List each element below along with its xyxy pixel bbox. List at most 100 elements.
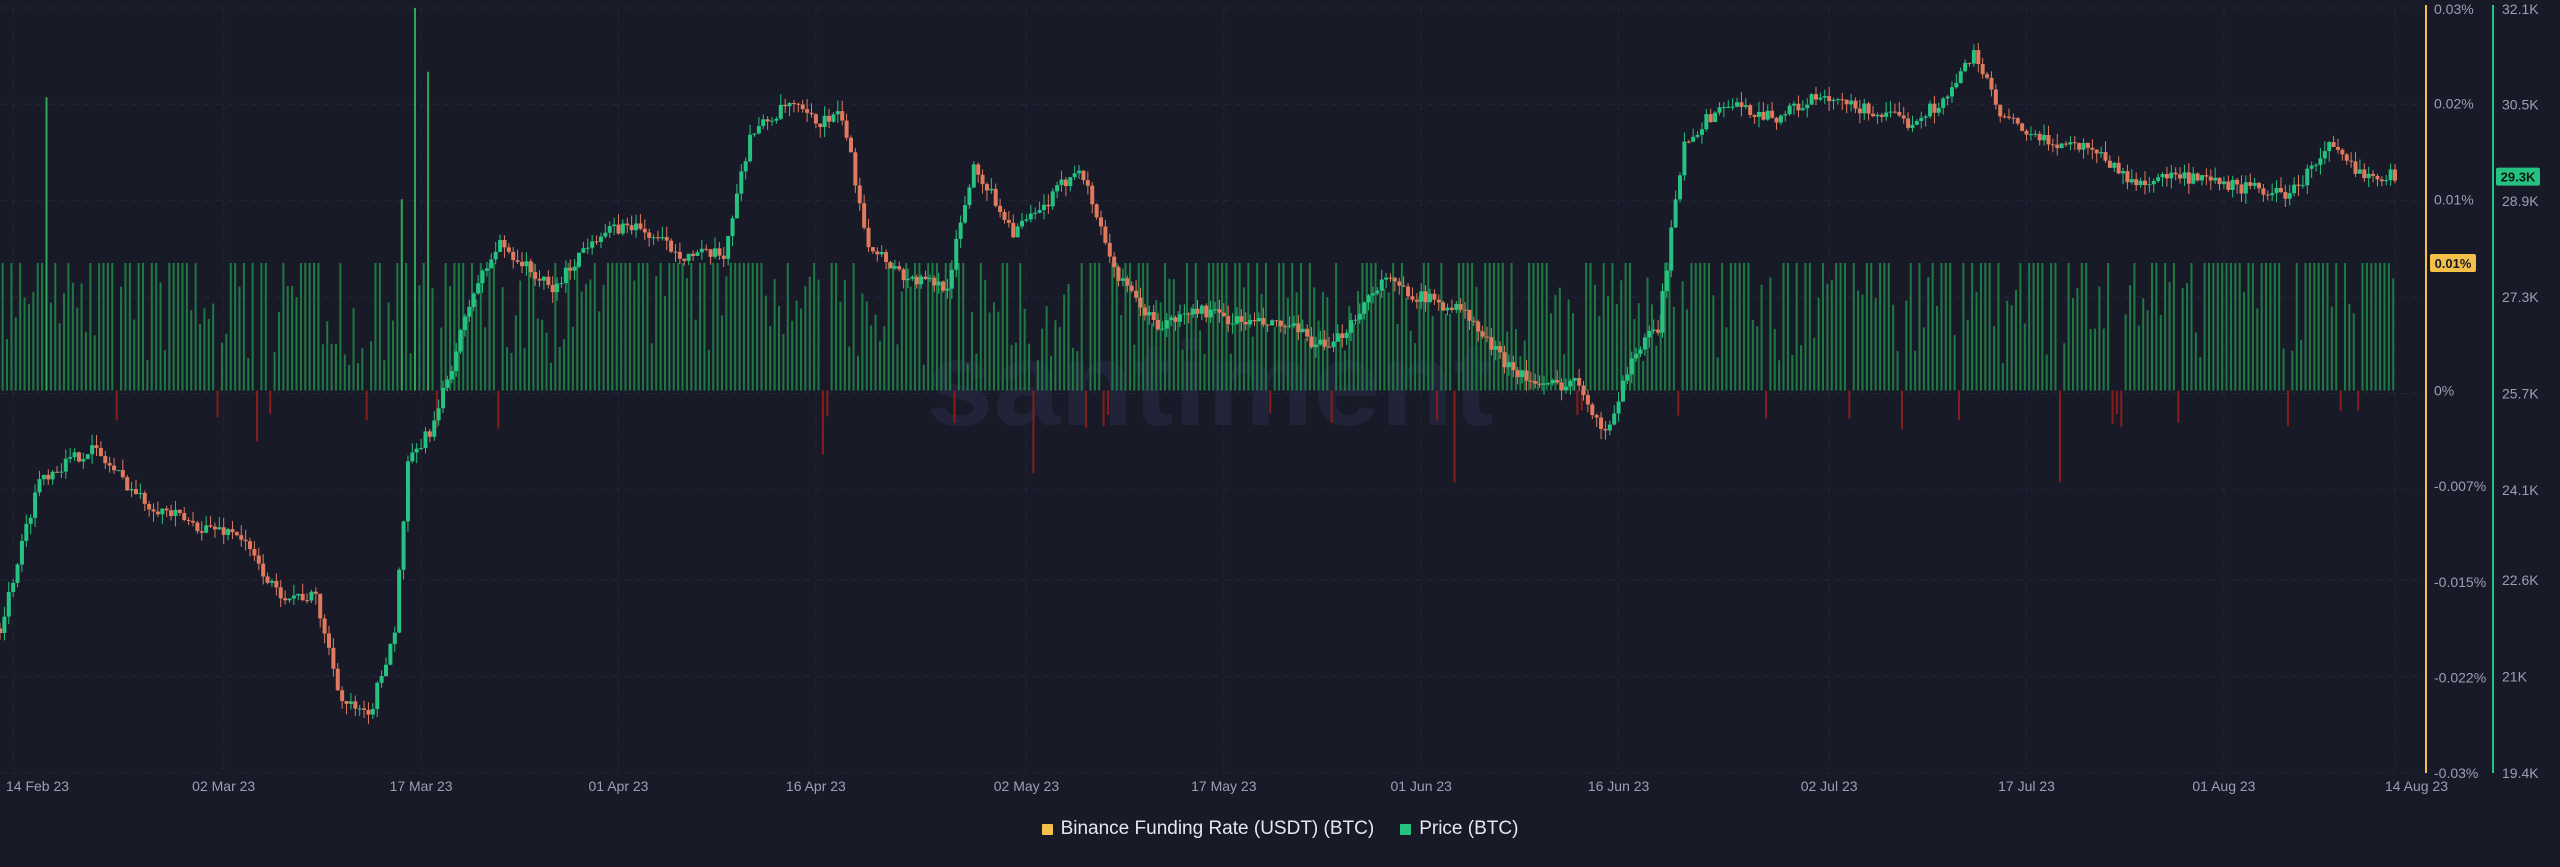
price-candle-body (1037, 210, 1042, 213)
price-candle-body (677, 251, 682, 259)
price-candle-body (1344, 332, 1349, 339)
price-candle-body (173, 509, 178, 516)
funding-rate-bar (2023, 323, 2026, 391)
price-candle-body (177, 509, 182, 514)
funding-rate-bar (1905, 300, 1908, 391)
funding-rate-bar (821, 390, 824, 455)
funding-rate-bar (71, 282, 74, 391)
funding-rate-bar (536, 318, 539, 391)
funding-rate-bar (852, 263, 855, 391)
funding-rate-bar (563, 339, 566, 391)
funding-rate-bar (1554, 294, 1557, 391)
price-candle-body (1072, 173, 1077, 178)
price-candle-body (1493, 346, 1498, 350)
price-candle-body (1884, 112, 1889, 117)
funding-rate-bar (580, 291, 583, 391)
price-candle-body (392, 632, 397, 645)
price-candle-body (2046, 134, 2051, 145)
price-candle-body (1568, 380, 1573, 387)
price-candle-body (1520, 370, 1525, 377)
funding-rate-bar (817, 279, 820, 391)
price-candle-body (1283, 326, 1288, 328)
price-candle-body (269, 580, 274, 583)
funding-rate-bar (1071, 348, 1074, 391)
price-candle-body (2178, 174, 2183, 179)
funding-rate-bar (593, 263, 596, 391)
price-candle-body (585, 247, 590, 249)
price-candle-body (1923, 116, 1928, 118)
price-axis-tick-label: 25.7K (2502, 386, 2539, 402)
funding-rate-bar (1620, 280, 1623, 391)
funding-rate-bar (1199, 330, 1202, 391)
funding-rate-bar (2278, 263, 2281, 391)
funding-rate-bar (764, 295, 767, 391)
funding-rate-bar (2335, 263, 2338, 391)
funding-rate-bar (291, 285, 294, 391)
x-axis-tick-label: 01 Apr 23 (589, 778, 649, 794)
funding-rate-bar (2374, 263, 2377, 391)
price-candle-body (888, 262, 893, 269)
funding-rate-bar (1936, 306, 1939, 391)
price-candle-body (1664, 270, 1669, 292)
funding-rate-bar (1348, 306, 1351, 391)
funding-rate-bar (2365, 263, 2368, 391)
funding-rate-bar (892, 263, 895, 391)
funding-rate-bar (659, 263, 662, 391)
price-candle-body (1572, 378, 1577, 381)
funding-rate-bar (313, 263, 316, 391)
price-candle-body (813, 114, 818, 124)
price-candle-body (1813, 94, 1818, 100)
price-candle-body (1888, 111, 1893, 113)
price-candle-body (1151, 312, 1156, 320)
price-candle-body (1770, 110, 1775, 118)
legend-item-price[interactable]: Price (BTC) (1400, 818, 1518, 840)
price-candle-body (620, 223, 625, 234)
price-candle-body (2384, 180, 2389, 182)
price-candle-body (1252, 319, 1257, 322)
funding-rate-bar (1874, 298, 1877, 391)
funding-rate-bar (45, 97, 48, 391)
funding-rate-bar (1922, 327, 1925, 391)
legend-swatch-price (1400, 823, 1412, 835)
funding-rate-bar (1383, 288, 1386, 391)
funding-rate-bar (1168, 278, 1171, 391)
price-candle-body (454, 351, 459, 371)
funding-rate-bar (848, 346, 851, 391)
price-candle-body (1454, 304, 1459, 310)
price-candle-body (752, 133, 757, 135)
funding-rate-bar (905, 263, 908, 391)
legend: Binance Funding Rate (USDT) (BTC) Price … (0, 818, 2560, 840)
price-candle-body (204, 525, 209, 533)
price-candle-body (476, 283, 481, 294)
funding-rate-bar (1773, 328, 1776, 391)
funding-rate-bar (321, 344, 324, 391)
price-candle-body (1963, 62, 1968, 72)
price-candle-body (2033, 133, 2038, 135)
price-candle-body (2015, 118, 2020, 124)
price-candle-body (1164, 320, 1169, 329)
funding-rate-bar (1177, 311, 1180, 391)
funding-rate-bar (199, 324, 202, 391)
price-candle-body (1085, 180, 1090, 186)
price-candle-body (1107, 242, 1112, 257)
price-candle-body (655, 237, 660, 239)
funding-rate-bar (413, 8, 416, 391)
price-candle-body (748, 134, 753, 162)
legend-item-funding-rate[interactable]: Binance Funding Rate (USDT) (BTC) (1041, 818, 1374, 840)
funding-rate-bar (663, 295, 666, 391)
funding-rate-bar (89, 263, 92, 391)
funding-rate-bar (63, 292, 66, 391)
price-candle-body (1305, 328, 1310, 337)
price-candle-body (1392, 277, 1397, 282)
funding-rate-bar (23, 297, 26, 391)
funding-rate-bar (2221, 263, 2224, 391)
price-candle-body (1713, 112, 1718, 123)
funding-rate-bar (962, 263, 965, 391)
price-candle-body (2, 616, 7, 634)
price-candle-body (1752, 115, 1757, 117)
funding-rate-bar (791, 320, 794, 391)
funding-axis-tick-label: 0.02% (2434, 96, 2474, 112)
funding-rate-bar (370, 341, 373, 391)
price-candle-body (533, 272, 538, 279)
funding-rate-bar (207, 318, 210, 391)
